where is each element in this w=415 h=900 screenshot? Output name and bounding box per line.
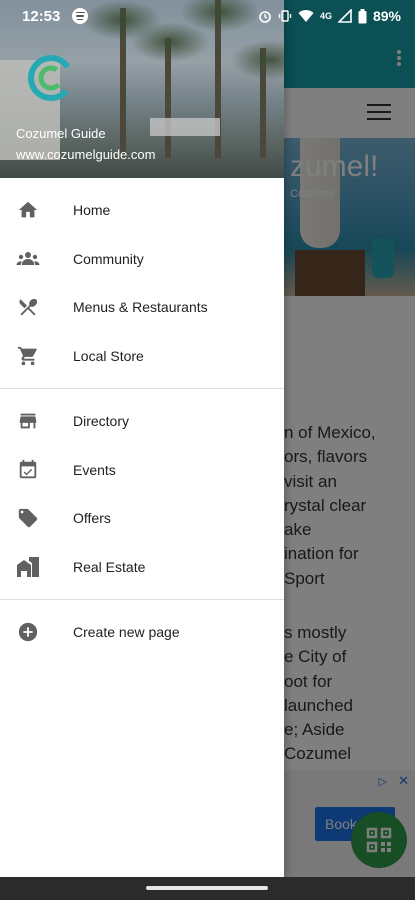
drawer-app-title: Cozumel Guide	[16, 126, 106, 141]
add-circle-icon	[16, 620, 40, 644]
nav-item-local-store[interactable]: Local Store	[0, 332, 284, 381]
nav-item-label: Offers	[73, 510, 111, 527]
cell-signal-icon	[337, 9, 352, 23]
nav-item-label: Community	[73, 250, 144, 267]
battery-icon	[358, 8, 367, 23]
menu-divider	[0, 599, 284, 600]
nav-item-menus-restaurants[interactable]: Menus & Restaurants	[0, 283, 284, 332]
cozumel-guide-logo	[28, 55, 74, 101]
drawer-app-url: www.cozumelguide.com	[16, 147, 156, 162]
nav-item-label: Menus & Restaurants	[73, 299, 208, 316]
building-icon	[16, 555, 40, 579]
nav-item-home[interactable]: Home	[0, 186, 284, 235]
network-type: 4G	[319, 11, 332, 21]
vibrate-icon	[278, 10, 292, 22]
status-bar: 12:53 4G 89%	[0, 0, 415, 32]
status-time: 12:53	[22, 7, 61, 25]
home-icon	[16, 198, 40, 222]
wifi-icon	[298, 10, 314, 22]
community-icon	[16, 247, 40, 271]
nav-item-label: Local Store	[73, 347, 144, 364]
nav-item-community[interactable]: Community	[0, 235, 284, 284]
alarm-icon	[259, 11, 271, 23]
nav-item-label: Real Estate	[73, 558, 146, 575]
nav-item-label: Create new page	[73, 624, 180, 641]
nav-item-label: Events	[73, 461, 116, 478]
nav-item-offers[interactable]: Offers	[0, 494, 284, 543]
navigation-drawer: Cozumel Guide www.cozumelguide.com Home …	[0, 0, 284, 877]
menu-divider	[0, 388, 284, 389]
nav-item-directory[interactable]: Directory	[0, 397, 284, 446]
battery-percent: 89%	[372, 8, 401, 24]
nav-item-real-estate[interactable]: Real Estate	[0, 543, 284, 592]
nav-item-label: Directory	[73, 413, 130, 430]
restaurant-icon	[16, 295, 40, 319]
home-gesture-handle[interactable]	[146, 886, 268, 890]
nav-item-events[interactable]: Events	[0, 446, 284, 495]
store-icon	[16, 409, 40, 433]
gesture-navigation-bar	[0, 877, 415, 900]
nav-item-label: Home	[73, 202, 111, 219]
cart-icon	[16, 344, 40, 368]
event-icon	[16, 458, 40, 482]
nav-item-create-page[interactable]: Create new page	[0, 608, 284, 657]
drawer-menu: Home Community Menus & Restaurants Local…	[0, 186, 284, 657]
spotify-icon	[72, 8, 89, 24]
tag-icon	[16, 506, 40, 530]
